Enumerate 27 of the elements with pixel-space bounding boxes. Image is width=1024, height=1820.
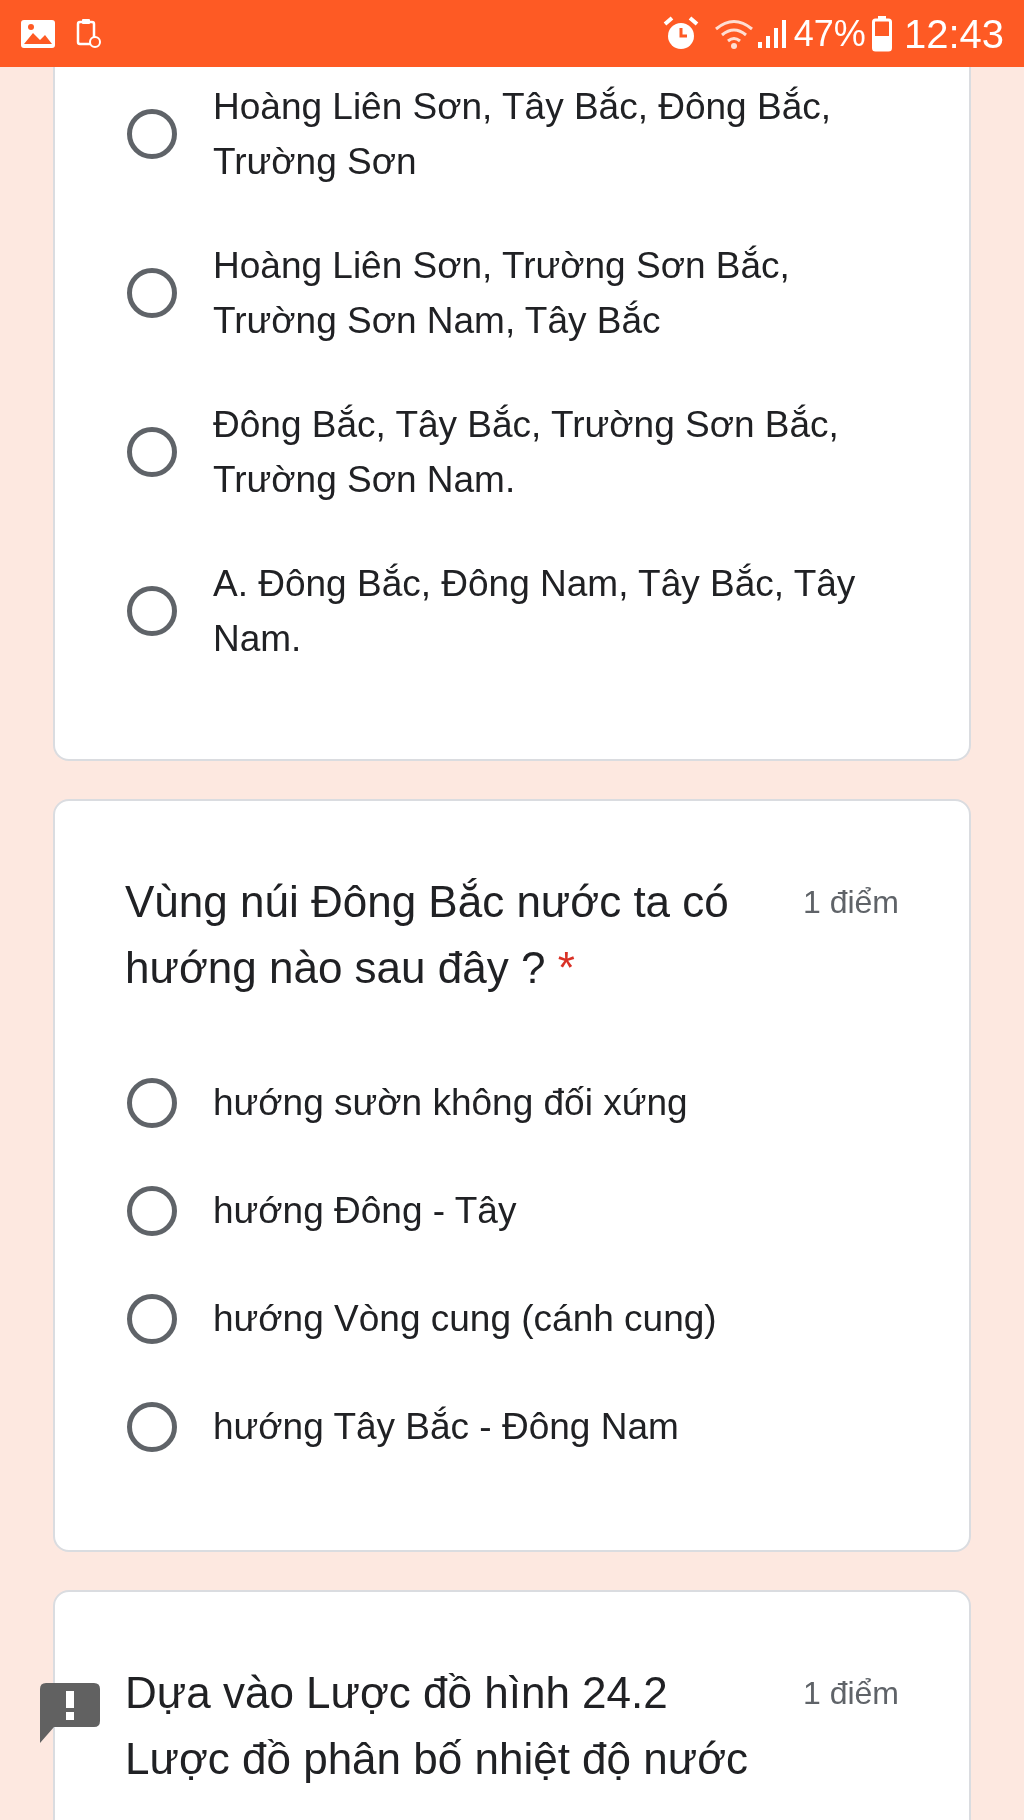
radio-button[interactable]: [127, 1185, 177, 1236]
points-label: 1 điểm: [802, 883, 899, 922]
option-label[interactable]: Hoàng Liên Sơn, Trường Sơn Bắc, Trường Sơn Nam, Tây Bắc: [213, 238, 878, 348]
question-title: Dựa vào Lược đồ hình 24.2 Lược đồ phân bố nhiệt độ nước: [125, 1667, 750, 1785]
radio-button[interactable]: [127, 1293, 177, 1344]
signal-icon: [755, 17, 786, 50]
battery-percentage: 47%: [793, 15, 866, 52]
option-label[interactable]: Hoàng Liên Sơn, Tây Bắc, Đông Bắc, Trường Sơn: [213, 79, 878, 189]
radio-button[interactable]: [127, 268, 177, 318]
radio-button[interactable]: [127, 427, 177, 477]
option-label[interactable]: A. Đông Bắc, Đông Nam, Tây Bắc, Tây Nam.: [213, 556, 878, 666]
image-icon: [20, 18, 56, 49]
clipboard-icon: [76, 17, 102, 50]
radio-button[interactable]: [127, 109, 177, 159]
option-label[interactable]: hướng Vòng cung (cánh cung): [213, 1291, 717, 1346]
battery-icon: [871, 15, 892, 52]
option-label[interactable]: hướng Tây Bắc - Đông Nam: [213, 1399, 679, 1454]
points-label: 1 điểm: [802, 1674, 899, 1713]
option-label[interactable]: Đông Bắc, Tây Bắc, Trường Sơn Bắc, Trường Sơn Nam.: [213, 397, 878, 507]
radio-button[interactable]: [127, 586, 177, 636]
radio-button[interactable]: [127, 1401, 177, 1452]
clock-time: 12:43: [903, 13, 1004, 54]
option-label[interactable]: hướng sườn không đối xứng: [213, 1075, 688, 1130]
radio-button[interactable]: [127, 1077, 177, 1128]
question-title: Vùng núi Đông Bắc nước ta có hướng nào sau đây ? *: [125, 876, 730, 994]
wifi-icon: [713, 17, 754, 50]
option-label[interactable]: hướng Đông - Tây: [213, 1183, 517, 1238]
